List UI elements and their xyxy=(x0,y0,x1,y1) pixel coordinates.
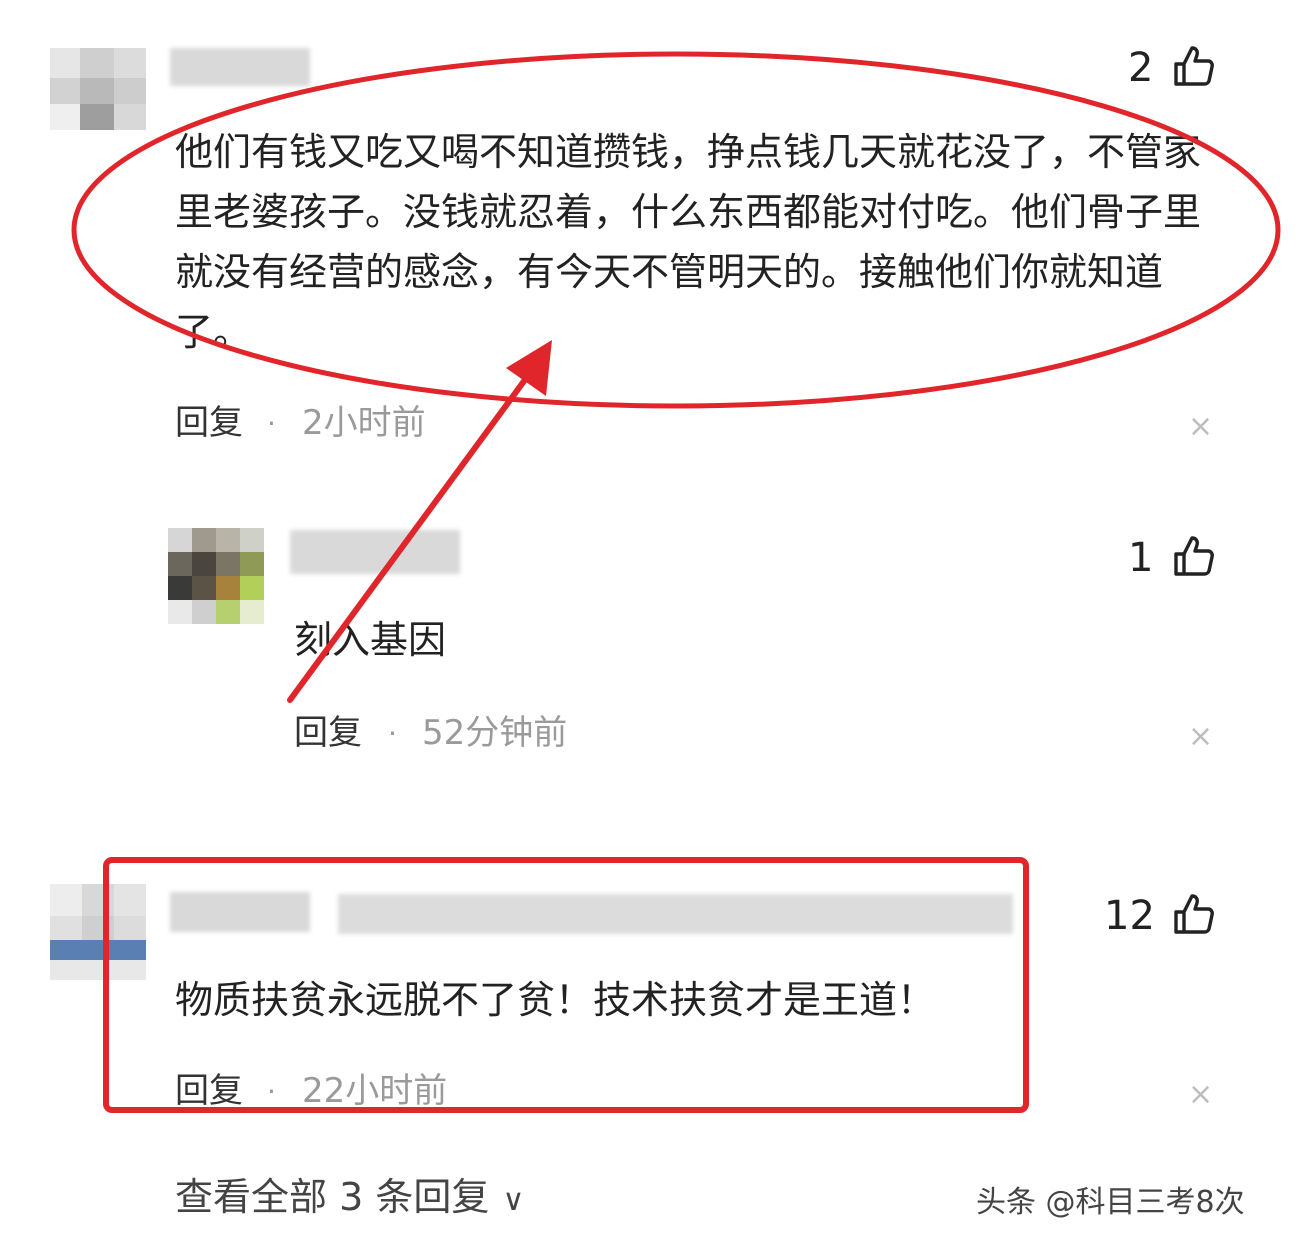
username-blurred[interactable] xyxy=(290,530,460,574)
like-count: 1 xyxy=(1128,535,1154,581)
reply-button[interactable]: 回复 xyxy=(175,406,243,440)
watermark: 头条 @科目三考8次 xyxy=(976,1185,1245,1220)
comment-time: 2小时前 xyxy=(302,403,426,443)
comment-text: 刻入基因 xyxy=(294,618,447,662)
close-icon[interactable]: × xyxy=(1188,412,1213,442)
separator-dot: · xyxy=(267,1075,276,1108)
separator-dot: · xyxy=(388,717,397,750)
thumbs-up-icon[interactable] xyxy=(1172,892,1216,936)
reply-button[interactable]: 回复 xyxy=(175,1074,243,1108)
comment-text: 物质扶贫永远脱不了贫！技术扶贫才是王道！ xyxy=(175,978,936,1022)
like-count: 2 xyxy=(1128,45,1154,91)
avatar[interactable] xyxy=(168,528,264,624)
chevron-down-icon: ∨ xyxy=(502,1183,525,1218)
comment-text: 他们有钱又吃又喝不知道攒钱，挣点钱几天就花没了，不管家里老婆孩子。没钱就忍着，什… xyxy=(175,130,1202,354)
close-icon[interactable]: × xyxy=(1188,1080,1213,1110)
reply-button[interactable]: 回复 xyxy=(294,716,362,750)
thumbs-up-icon[interactable] xyxy=(1172,534,1216,578)
close-icon[interactable]: × xyxy=(1188,722,1213,752)
comment-time: 22小时前 xyxy=(302,1071,448,1111)
comment-time: 52分钟前 xyxy=(422,713,568,753)
view-all-label: 查看全部 3 条回复 xyxy=(175,1175,490,1219)
thumbs-up-icon[interactable] xyxy=(1172,44,1216,88)
like-count: 12 xyxy=(1104,893,1155,939)
username-blurred[interactable] xyxy=(170,48,310,86)
username-blurred[interactable] xyxy=(170,892,310,932)
separator-dot: · xyxy=(267,407,276,440)
username-blurred xyxy=(338,894,1013,934)
avatar[interactable] xyxy=(50,48,146,130)
view-all-replies-button[interactable]: 查看全部 3 条回复 ∨ xyxy=(175,1178,524,1218)
avatar[interactable] xyxy=(50,884,146,980)
